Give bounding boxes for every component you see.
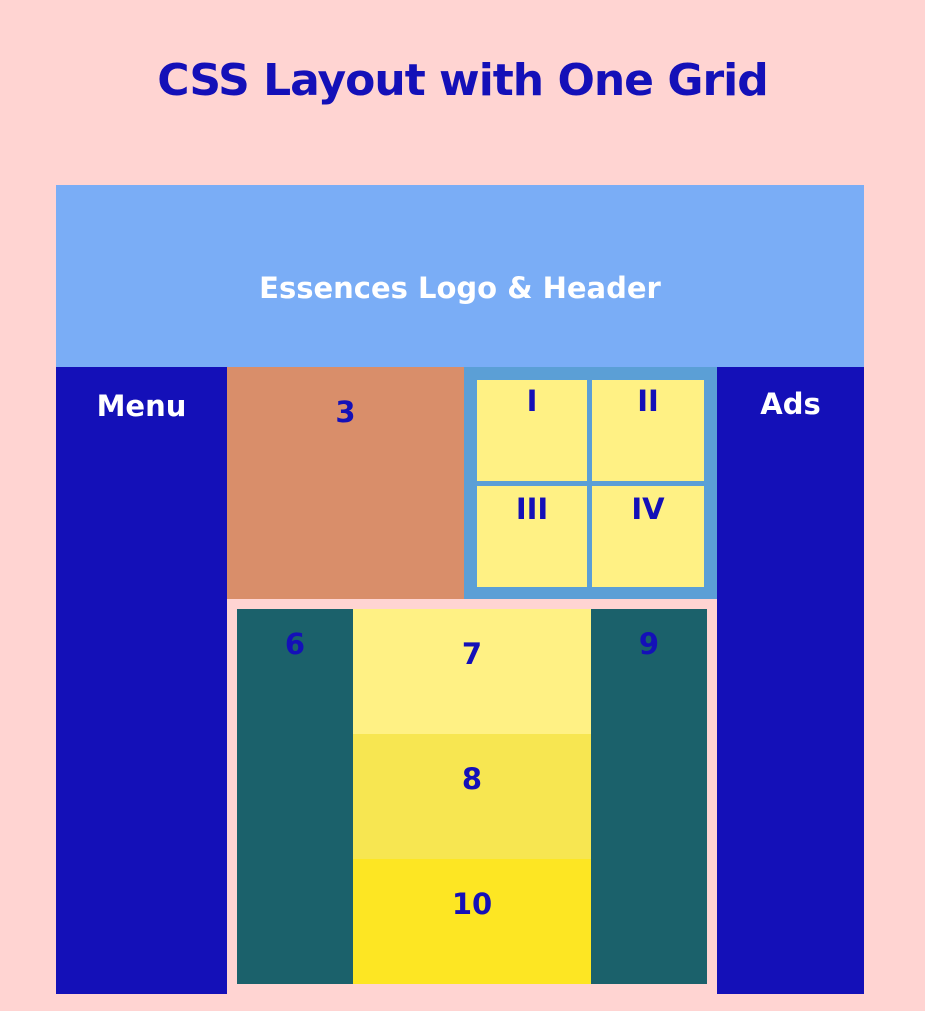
grid-item-8: 8 [353,734,591,859]
grid-item-3: 3 [227,367,464,599]
nested-grid-cell-i: I [477,380,587,481]
header-area: Essences Logo & Header [56,185,864,367]
grid-item-6: 6 [237,609,353,984]
page-title: CSS Layout with One Grid [157,55,768,107]
grid-item-10: 10 [353,859,591,984]
grid-item-9: 9 [591,609,707,984]
nested-grid-cell-iii: III [477,486,587,587]
nested-grid-cell-iv: IV [592,486,704,587]
menu-area: Menu [56,367,227,994]
ads-area: Ads [717,367,864,994]
grid-item-7: 7 [353,609,591,734]
nested-grid-cell-ii: II [592,380,704,481]
